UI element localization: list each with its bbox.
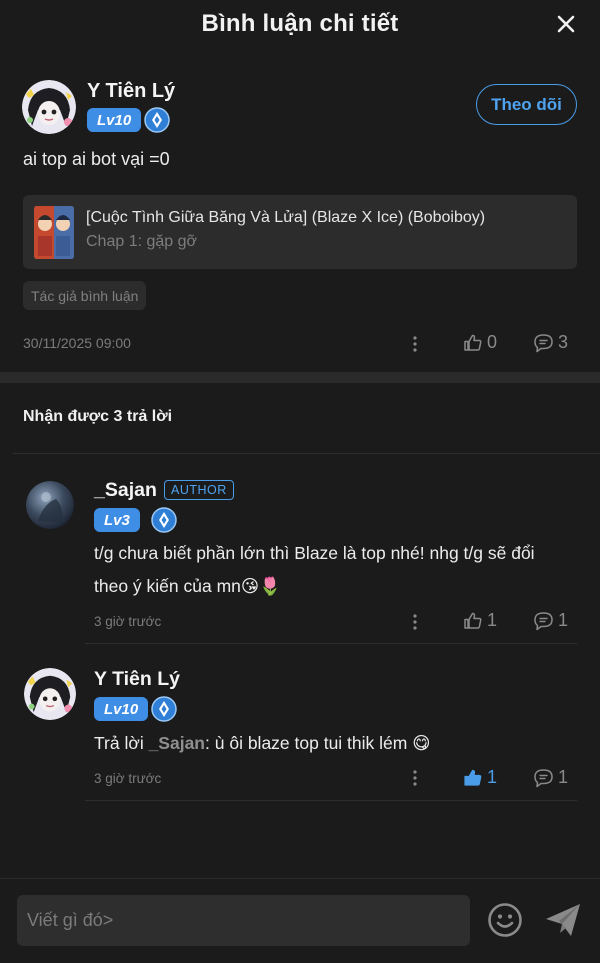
reply-count: 3 <box>558 332 569 352</box>
like-button[interactable]: 1 <box>463 767 497 788</box>
more-icon[interactable] <box>412 613 418 631</box>
section-divider <box>0 372 600 383</box>
reply-text-line: t/g chưa biết phần lớn thì Blaze là top … <box>94 543 535 563</box>
story-card[interactable]: [Cuộc Tình Giữa Băng Và Lửa] (Blaze X Ic… <box>23 195 577 269</box>
thumbs-up-icon <box>464 769 482 786</box>
author-badge: AUTHOR <box>164 480 234 500</box>
timestamp: 3 giờ trước <box>94 771 162 786</box>
divider <box>85 800 577 801</box>
reply-text: t/g chưa biết phần lớn thì Blaze là top … <box>94 537 535 603</box>
user-name[interactable]: _Sajan <box>94 479 157 502</box>
level-badge: Lv10 <box>87 108 142 132</box>
reply-button[interactable]: 3 <box>533 332 568 353</box>
reply-text: Trả lời _Sajan: ù ôi blaze top tui thik … <box>94 727 430 760</box>
reply-text-line: theo ý kiến của mn😘🌷 <box>94 570 535 603</box>
timestamp: 30/11/2025 09:00 <box>23 335 131 351</box>
like-button[interactable]: 1 <box>463 610 497 631</box>
reply-count: 1 <box>558 610 569 630</box>
reply-button[interactable]: 1 <box>533 610 568 631</box>
mention-link[interactable]: _Sajan <box>149 733 205 753</box>
divider <box>0 878 600 879</box>
author-comment-tag: Tác giả bình luận <box>23 281 147 310</box>
user-name[interactable]: Y Tiên Lý <box>87 80 175 103</box>
close-icon[interactable] <box>554 12 578 36</box>
like-count: 1 <box>487 767 498 787</box>
comment-icon <box>534 333 553 352</box>
divider <box>85 643 577 644</box>
level-badge: Lv3 <box>94 508 140 532</box>
header: Bình luận chi tiết <box>0 0 600 48</box>
follow-button[interactable]: Theo dõi <box>476 84 577 125</box>
story-chapter: Chap 1: gặp gỡ <box>86 233 198 250</box>
avatar[interactable] <box>22 80 76 134</box>
comment-icon <box>534 611 553 630</box>
thumbs-up-icon <box>464 612 482 629</box>
story-title: [Cuộc Tình Giữa Băng Và Lửa] (Blaze X Ic… <box>86 209 486 226</box>
page-title: Bình luận chi tiết <box>201 10 399 37</box>
reply-prefix: Trả lời <box>94 733 149 753</box>
reply-text-part: : ù ôi blaze top tui thik lém <box>205 733 408 753</box>
rank-icon <box>151 507 177 533</box>
like-button[interactable]: 0 <box>463 332 497 353</box>
timestamp: 3 giờ trước <box>94 614 162 629</box>
like-count: 0 <box>487 332 498 352</box>
emoji: 😋 <box>412 733 431 753</box>
send-icon[interactable] <box>544 902 582 938</box>
avatar[interactable] <box>24 668 76 720</box>
emoji-icon[interactable] <box>487 902 523 938</box>
emoji: 😘🌷 <box>240 576 281 596</box>
more-icon[interactable] <box>412 769 418 787</box>
replies-header: Nhận được 3 trả lời <box>23 408 173 425</box>
story-thumbnail <box>34 206 74 259</box>
reply-text-part: theo ý kiến của mn <box>94 576 241 596</box>
comment-icon <box>534 768 553 787</box>
rank-icon <box>151 696 177 722</box>
avatar[interactable] <box>26 481 74 529</box>
user-name[interactable]: Y Tiên Lý <box>94 668 180 691</box>
level-badge: Lv10 <box>94 697 149 721</box>
reply-count: 1 <box>558 767 569 787</box>
rank-icon <box>144 107 170 133</box>
thumbs-up-icon <box>464 334 482 351</box>
more-icon[interactable] <box>412 335 418 353</box>
like-count: 1 <box>487 610 498 630</box>
comment-input[interactable] <box>17 895 470 946</box>
comment-text: ai top ai bot vại =0 <box>23 149 170 169</box>
divider <box>13 453 600 454</box>
reply-button[interactable]: 1 <box>533 767 568 788</box>
